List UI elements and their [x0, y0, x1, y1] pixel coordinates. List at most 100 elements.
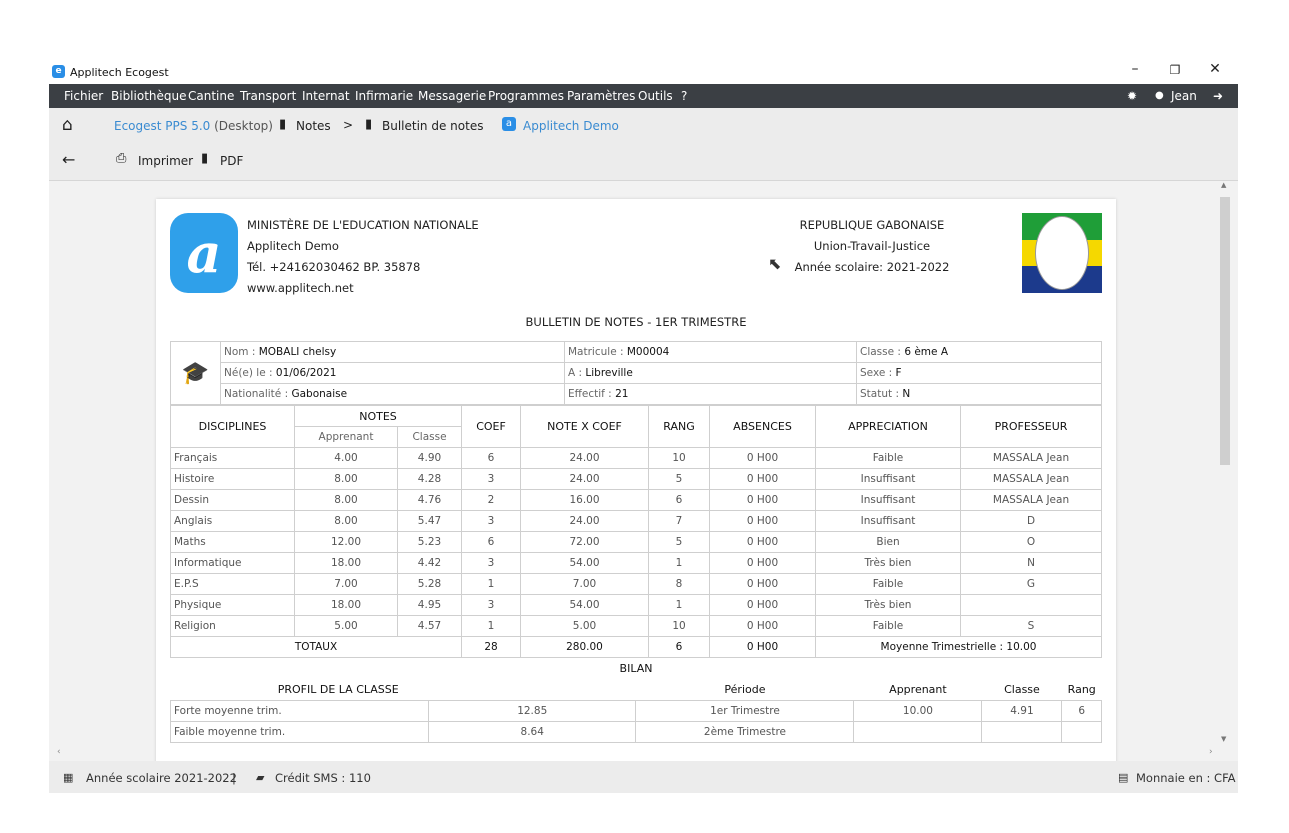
user-name[interactable]: Jean [1171, 89, 1197, 103]
country-name: REPUBLIQUE GABONAISE [799, 218, 945, 232]
report-title: BULLETIN DE NOTES - 1ER TRIMESTRE [525, 315, 747, 329]
menu-bibliotheque[interactable]: Bibliothèque [111, 89, 187, 103]
app-name-link[interactable]: Ecogest PPS 5.0 (Desktop) [114, 119, 273, 133]
restore-button[interactable]: ❐ [1164, 63, 1186, 77]
menu-cantine[interactable]: Cantine [188, 89, 234, 103]
notes-file-icon: ▮ [279, 117, 287, 132]
col-bilan-classe: Classe [1004, 682, 1040, 696]
close-button[interactable]: ✕ [1204, 61, 1226, 77]
table-row: E.P.S 7.00 5.28 1 7.00 8 0 H00 Faible G [170, 573, 1102, 595]
school-website: www.applitech.net [247, 281, 354, 295]
country-motto: Union-Travail-Justice [813, 239, 931, 253]
bilan-title: BILAN [619, 662, 653, 675]
scroll-up-icon[interactable]: ▲ [1221, 181, 1226, 189]
trimester-average: Moyenne Trimestrielle : 10.00 [815, 636, 1102, 658]
printer-icon[interactable]: ⎙ [116, 151, 126, 166]
menu-messagerie[interactable]: Messagerie [418, 89, 486, 103]
school-year: Année scolaire: 2021-2022 [794, 260, 950, 274]
student-avatar-icon: 🎓 [170, 341, 221, 405]
grades-table: DISCIPLINES NOTES COEF NOTE X COEF RANG … [170, 405, 1102, 658]
menu-infirmarie[interactable]: Infirmarie [355, 89, 413, 103]
vertical-scrollbar[interactable]: ▲ ▼ [1220, 181, 1230, 745]
pdf-file-icon[interactable]: ▮ [201, 151, 208, 166]
menu-parametres[interactable]: Paramètres [567, 89, 635, 103]
student-statut: N [902, 388, 911, 400]
app-window: e Applitech Ecogest – ❐ ✕ Fichier Biblio… [49, 60, 1238, 793]
menu-fichier[interactable]: Fichier [64, 89, 103, 103]
col-rang: RANG [648, 405, 710, 448]
totals-coef: 28 [461, 636, 521, 658]
table-row: Forte moyenne trim. 12.85 1er Trimestre … [170, 699, 1102, 722]
status-separator: | [232, 771, 236, 785]
bug-icon[interactable]: ✹ [1127, 89, 1137, 103]
scroll-down-icon[interactable]: ▼ [1221, 735, 1226, 743]
student-classe: 6 ème A [904, 346, 948, 358]
bulletin-file-icon: ▮ [365, 117, 373, 132]
breadcrumb-notes[interactable]: Notes [296, 119, 331, 133]
minimize-button[interactable]: – [1124, 61, 1146, 77]
student-name: MOBALI chelsy [258, 346, 337, 358]
student-matricule: M00004 [626, 346, 670, 358]
menu-transport[interactable]: Transport [240, 89, 296, 103]
window-title: Applitech Ecogest [70, 66, 169, 79]
home-icon[interactable]: ⌂ [62, 115, 73, 135]
col-classe: Classe [397, 426, 462, 448]
status-school-year: Année scolaire 2021-2022 [86, 771, 237, 785]
calendar-icon: ▦ [63, 771, 74, 784]
scroll-left-icon[interactable]: ‹ [57, 747, 61, 757]
breadcrumb-separator: > [343, 118, 354, 132]
table-row: Religion 5.00 4.57 1 5.00 10 0 H00 Faible S [170, 615, 1102, 637]
national-seal-icon [1035, 216, 1089, 290]
print-button[interactable]: Imprimer [138, 154, 193, 168]
scroll-right-icon[interactable]: › [1209, 747, 1213, 757]
col-bilan-rang: Rang [1067, 682, 1096, 696]
logout-icon[interactable]: ➜ [1213, 89, 1223, 103]
status-currency: Monnaie en : CFA [1136, 771, 1236, 785]
back-arrow-icon[interactable]: ← [62, 150, 75, 169]
report-viewer[interactable]: a MINISTÈRE DE L'EDUCATION NATIONALE App… [49, 181, 1238, 761]
totals-label: TOTAUX [170, 636, 462, 658]
table-row: Physique 18.00 4.95 3 54.00 1 0 H00 Très bien [170, 594, 1102, 616]
table-row: Informatique 18.00 4.42 3 54.00 1 0 H00 Très bi… [170, 552, 1102, 574]
menu-internat[interactable]: Internat [302, 89, 350, 103]
money-icon: ▤ [1118, 771, 1129, 784]
totals-row: TOTAUX 28 280.00 6 0 H00 Moyenne Trimest… [170, 636, 1102, 658]
mouse-cursor-icon: ⬉ [768, 254, 782, 273]
totals-rang: 6 [648, 636, 710, 658]
table-row: Français 4.00 4.90 6 24.00 10 0 H00 Faible MASSA… [170, 447, 1102, 469]
student-birthdate: 01/06/2021 [275, 367, 337, 379]
menu-outils[interactable]: Outils [638, 89, 673, 103]
class-effectif: 21 [615, 388, 629, 400]
scrollbar-thumb[interactable] [1220, 197, 1230, 465]
sms-icon: ▰ [256, 771, 265, 784]
col-bilan-apprenant: Apprenant [889, 682, 947, 696]
bilan-table: PROFIL DE LA CLASSE Période Apprenant Cl… [170, 679, 1102, 743]
school-phone: Tél. +24162030462 BP. 35878 [247, 260, 421, 274]
table-row: Anglais 8.00 5.47 3 24.00 7 0 H00 Insuffisant D [170, 510, 1102, 532]
status-sms-credit: Crédit SMS : 110 [275, 771, 371, 785]
col-absences: ABSENCES [709, 405, 816, 448]
menu-programmes[interactable]: Programmes [488, 89, 564, 103]
col-notes: NOTES [294, 405, 462, 427]
school-logo: a [170, 213, 238, 293]
company-logo-icon: a [502, 117, 516, 131]
table-row: Faible moyenne trim. 8.64 2ème Trimestre [170, 720, 1102, 743]
col-note-x-coef: NOTE X COEF [520, 405, 649, 448]
company-name[interactable]: Applitech Demo [523, 119, 619, 133]
student-sexe: F [895, 367, 902, 379]
totals-absences: 0 H00 [709, 636, 816, 658]
pdf-button[interactable]: PDF [220, 154, 243, 168]
col-appreciation: APPRECIATION [815, 405, 961, 448]
breadcrumb-bulletin[interactable]: Bulletin de notes [382, 119, 483, 133]
school-name: Applitech Demo [247, 239, 339, 253]
app-logo-icon: e [52, 65, 65, 78]
horizontal-scrollbar[interactable]: ‹ › [49, 746, 1229, 760]
user-avatar-icon: ● [1155, 90, 1164, 101]
title-bar: e Applitech Ecogest – ❐ ✕ [49, 60, 1238, 84]
table-row: Dessin 8.00 4.76 2 16.00 6 0 H00 Insuffisant MAS… [170, 489, 1102, 511]
col-professeur: PROFESSEUR [960, 405, 1102, 448]
student-info-table: 🎓 Nom : MOBALI chelsy Matricule : M00004… [170, 341, 1102, 405]
menu-help[interactable]: ? [681, 89, 687, 103]
student-nationality: Gabonaise [291, 388, 348, 400]
col-disciplines: DISCIPLINES [170, 405, 295, 448]
